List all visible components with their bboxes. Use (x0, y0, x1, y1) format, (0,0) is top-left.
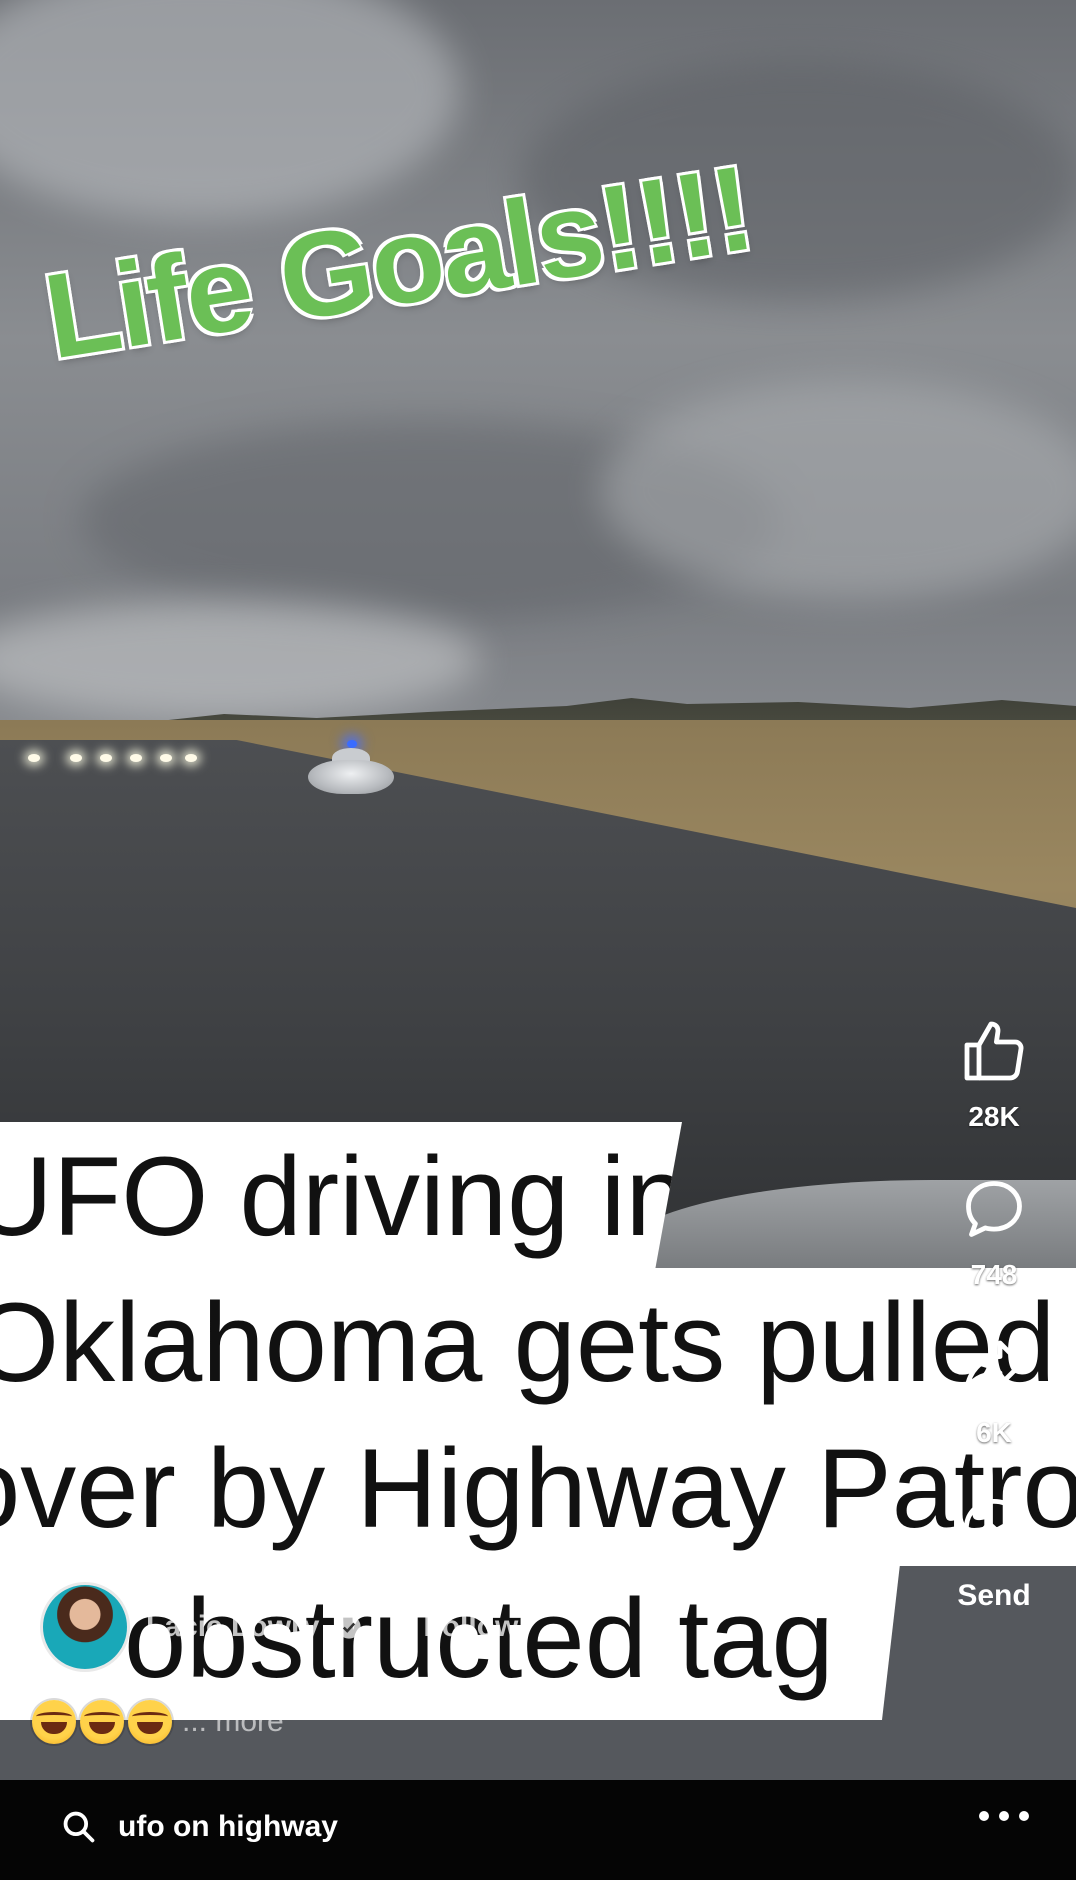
laughing-emoji-icon (32, 1700, 76, 1744)
comment-bubble-icon (966, 1181, 1022, 1237)
author-name[interactable]: Lacie Lowry (146, 1610, 319, 1644)
laughing-emoji-icon (80, 1700, 124, 1744)
more-link[interactable]: ... more (182, 1705, 284, 1739)
caption-text: over by Highway Patrol (0, 1426, 1076, 1551)
avatar[interactable] (40, 1582, 130, 1672)
like-count: 28K (968, 1101, 1020, 1132)
cloud-shape (0, 0, 460, 220)
share-button[interactable]: 6K (934, 1331, 1054, 1449)
bottom-search-bar: ufo on highway (0, 1780, 1076, 1880)
comment-count: 748 (970, 1259, 1018, 1290)
like-button[interactable]: 28K (934, 1015, 1054, 1133)
search-icon (63, 1811, 95, 1843)
caption-line: Oklahoma gets pulled (0, 1268, 1076, 1418)
share-arrow-icon (964, 1340, 1024, 1391)
send-label: Send (957, 1579, 1031, 1612)
laughing-emoji-icon (128, 1700, 172, 1744)
action-rail: 28K 748 6K Send (934, 1015, 1054, 1613)
traffic-headlights (20, 748, 200, 768)
send-button[interactable]: Send (934, 1493, 1054, 1613)
share-count: 6K (976, 1417, 1012, 1448)
comment-button[interactable]: 748 (934, 1173, 1054, 1291)
follow-button[interactable]: Follow (379, 1610, 518, 1644)
cloud-shape (600, 380, 1076, 600)
messenger-icon (964, 1499, 1024, 1560)
caption-line: over by Highway Patrol (0, 1414, 1076, 1566)
cloud-shape (0, 600, 480, 720)
caption-line: UFO driving in (0, 1122, 682, 1272)
description-row[interactable]: ... more (32, 1700, 284, 1744)
more-options-icon[interactable] (974, 1806, 1034, 1826)
caption-text: UFO driving in (0, 1134, 682, 1259)
verified-badge-icon (337, 1615, 362, 1639)
caption-text: Oklahoma gets pulled (0, 1280, 1056, 1405)
search-bar[interactable]: ufo on highway (60, 1808, 338, 1846)
search-query: ufo on highway (118, 1810, 338, 1843)
ufo-car (308, 760, 394, 794)
author-row: Lacie Lowry Follow (40, 1582, 518, 1672)
thumbs-up-icon (964, 1021, 1024, 1081)
police-light (347, 740, 357, 748)
